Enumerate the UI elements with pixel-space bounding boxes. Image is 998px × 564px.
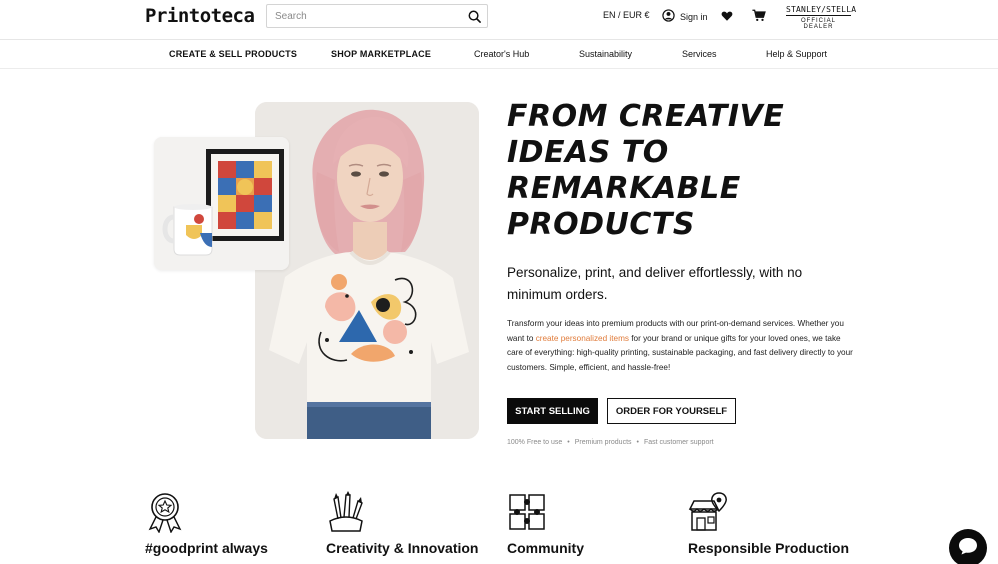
start-selling-button[interactable]: START SELLING xyxy=(507,398,598,424)
dealer-label: OFFICIAL DEALER xyxy=(800,18,836,30)
dealer-badge: STANLEY/STELLA OFFICIAL DEALER xyxy=(786,5,857,30)
feature-title: Creativity & Innovation xyxy=(326,540,479,556)
nav-create-sell[interactable]: CREATE & SELL PRODUCTS xyxy=(169,49,297,59)
chat-bubble-icon xyxy=(958,537,978,560)
heart-icon[interactable] xyxy=(721,9,735,23)
nav-creators-hub[interactable]: Creator's Hub xyxy=(474,49,529,59)
personalized-items-link[interactable]: create personalized items xyxy=(536,334,629,343)
feature-creativity: Creativity & Innovation xyxy=(326,491,478,556)
main-nav: CREATE & SELL PRODUCTS SHOP MARKETPLACE … xyxy=(0,41,998,69)
language-currency-selector[interactable]: EN / EUR € xyxy=(603,10,650,20)
hero-body-copy: Transform your ideas into premium produc… xyxy=(507,317,857,375)
chat-button[interactable] xyxy=(949,529,987,564)
nav-services[interactable]: Services xyxy=(682,49,717,59)
user-icon xyxy=(662,9,675,24)
feature-responsible: Responsible Production xyxy=(688,491,849,556)
perk-free: 100% Free to use xyxy=(507,439,563,446)
award-icon xyxy=(145,493,185,537)
search-input[interactable] xyxy=(267,5,457,27)
nav-help-support[interactable]: Help & Support xyxy=(766,49,827,59)
feature-title: Responsible Production xyxy=(688,540,850,556)
cart-icon[interactable] xyxy=(752,9,766,23)
feature-title: Community xyxy=(507,540,584,556)
shop-location-icon xyxy=(688,492,728,537)
sign-in-label: Sign in xyxy=(680,11,708,22)
perk-premium: Premium products xyxy=(574,439,632,446)
nav-shop-marketplace[interactable]: SHOP MARKETPLACE xyxy=(331,49,431,59)
nav-sustainability[interactable]: Sustainability xyxy=(579,49,632,59)
brushes-icon xyxy=(326,491,366,537)
perks-row: 100% Free to use • Premium products • Fast c… xyxy=(507,439,714,446)
hero-subheadline: Personalize, print, and deliver effortle… xyxy=(507,265,803,302)
order-for-yourself-button[interactable]: ORDER FOR YOURSELF xyxy=(607,398,736,424)
feature-community: Community xyxy=(507,491,584,556)
feature-title: #goodprint always xyxy=(145,540,268,556)
logo[interactable]: Printoteca xyxy=(145,5,255,27)
sign-in-link[interactable]: Sign in xyxy=(662,9,708,24)
feature-goodprint: #goodprint always xyxy=(145,491,268,556)
search-icon[interactable] xyxy=(465,7,483,25)
perk-support: Fast customer support xyxy=(643,439,714,446)
search-box xyxy=(266,4,488,28)
puzzle-hands-icon xyxy=(507,494,547,537)
mug-frame-product-image xyxy=(154,137,289,270)
hero-headline: FROM CREATIVE IDEAS TO REMARKABLE PRODUC… xyxy=(507,99,785,242)
dealer-brand: STANLEY/STELLA xyxy=(786,5,857,16)
top-header: Printoteca EN / EUR € Sign in STANLEY/ST… xyxy=(0,0,998,40)
